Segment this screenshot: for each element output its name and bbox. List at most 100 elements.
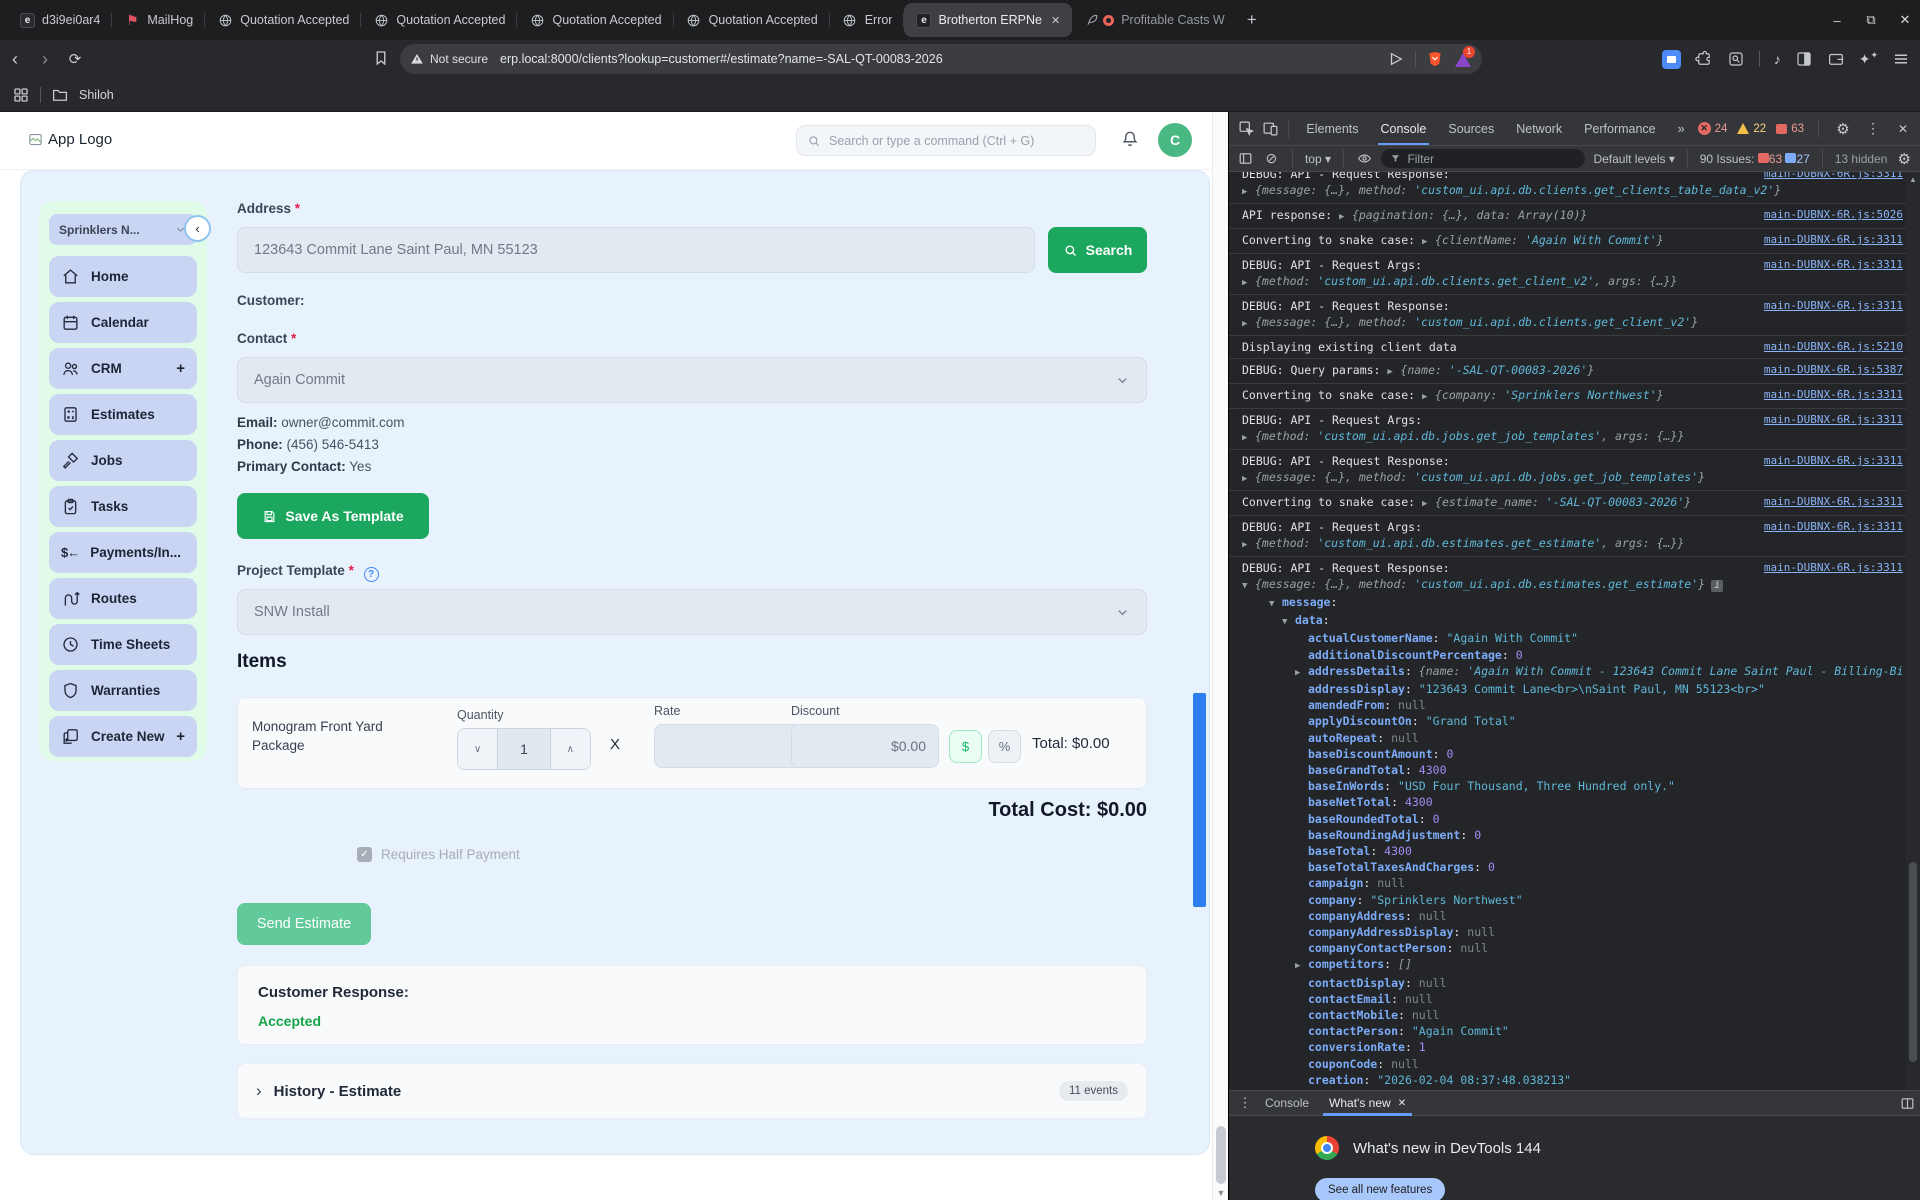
address-input[interactable]: 123643 Commit Lane Saint Paul, MN 55123 bbox=[237, 227, 1035, 273]
eye-icon[interactable] bbox=[1356, 149, 1374, 169]
restore-icon[interactable]: ⧉ bbox=[1864, 12, 1878, 28]
hidden-messages[interactable]: 13 hidden bbox=[1835, 152, 1888, 166]
sidebar-item-crm[interactable]: CRM + bbox=[49, 348, 197, 389]
console-source-link[interactable]: main-DUBNX-6R.js:3311 bbox=[1764, 412, 1903, 428]
devtools-tab-console[interactable]: Console bbox=[1372, 112, 1436, 145]
expand-plus-icon[interactable]: + bbox=[176, 360, 185, 377]
console-object-property[interactable]: contactEmail: null bbox=[1242, 991, 1903, 1007]
extensions-puzzle-icon[interactable] bbox=[1695, 50, 1713, 68]
sidebar-collapse-button[interactable]: ‹ bbox=[184, 215, 211, 242]
form-scrollbar-thumb[interactable] bbox=[1193, 693, 1206, 907]
leo-ai-sparkle-icon[interactable]: ✦✦ bbox=[1859, 50, 1878, 68]
bookmark-icon[interactable] bbox=[372, 49, 390, 67]
more-tabs-icon[interactable]: » bbox=[1669, 112, 1694, 145]
browser-tab[interactable]: Quotation Accepted bbox=[205, 3, 362, 37]
console-object-property[interactable]: baseTotalTaxesAndCharges: 0 bbox=[1242, 859, 1903, 875]
contact-select[interactable]: Again Commit bbox=[237, 357, 1147, 403]
sidebar-item-estimates[interactable]: Estimates bbox=[49, 394, 197, 435]
log-levels-selector[interactable]: Default levels ▾ bbox=[1593, 152, 1674, 166]
console-source-link[interactable]: main-DUBNX-6R.js:3311 bbox=[1764, 387, 1903, 405]
issues-count-icon[interactable] bbox=[1776, 123, 1788, 134]
console-object-property[interactable]: companyAddressDisplay: null bbox=[1242, 924, 1903, 940]
console-source-link[interactable]: main-DUBNX-6R.js:3311 bbox=[1764, 519, 1903, 535]
console-source-link[interactable]: main-DUBNX-6R.js:3311 bbox=[1764, 172, 1903, 182]
console-object-property[interactable]: companyContactPerson: null bbox=[1242, 940, 1903, 956]
drawer-tab-console[interactable]: Console bbox=[1255, 1091, 1319, 1116]
console-object-property[interactable]: contactMobile: null bbox=[1242, 1007, 1903, 1023]
issues-summary[interactable]: 90 Issues: 63 27 bbox=[1700, 152, 1810, 166]
console-sidebar-icon[interactable] bbox=[1237, 149, 1255, 169]
browser-tab[interactable]: Quotation Accepted bbox=[674, 3, 830, 37]
browser-tab[interactable]: e d3i9ei0ar4 bbox=[8, 3, 113, 37]
browser-tab[interactable]: Quotation Accepted bbox=[361, 3, 518, 37]
address-bar[interactable]: Not secure erp.local:8000/clients?lookup… bbox=[400, 44, 1482, 74]
console-source-link[interactable]: main-DUBNX-6R.js:3311 bbox=[1764, 494, 1903, 512]
console-source-link[interactable]: main-DUBNX-6R.js:3311 bbox=[1764, 232, 1903, 250]
new-tab-button[interactable]: + bbox=[1237, 10, 1267, 30]
close-tab-icon[interactable]: ✕ bbox=[1051, 14, 1060, 27]
devtools-tab-elements[interactable]: Elements bbox=[1297, 112, 1367, 145]
save-as-template-button[interactable]: Save As Template bbox=[237, 493, 429, 539]
console-object-property[interactable]: ▼ data: bbox=[1242, 612, 1903, 630]
brave-wallet-icon[interactable] bbox=[1827, 50, 1845, 68]
send-estimate-button[interactable]: Send Estimate bbox=[237, 903, 371, 945]
project-template-select[interactable]: SNW Install bbox=[237, 589, 1147, 635]
console-object-property[interactable]: addressDisplay: "123643 Commit Lane<br>\… bbox=[1242, 681, 1903, 697]
console-object-property[interactable]: baseTotal: 4300 bbox=[1242, 843, 1903, 859]
console-source-link[interactable]: main-DUBNX-6R.js:5387 bbox=[1764, 362, 1903, 380]
sidebar-item-payments-in[interactable]: $← Payments/In... bbox=[49, 532, 197, 573]
console-object-property[interactable]: applyDiscountOn: "Grand Total" bbox=[1242, 713, 1903, 729]
devtools-tab-performance[interactable]: Performance bbox=[1575, 112, 1665, 145]
device-toolbar-icon[interactable] bbox=[1261, 119, 1281, 139]
kebab-menu-icon[interactable]: ⋮ bbox=[1863, 119, 1883, 139]
sidebar-item-home[interactable]: Home bbox=[49, 256, 197, 297]
console-object-property[interactable]: baseDiscountAmount: 0 bbox=[1242, 746, 1903, 762]
console-scrollbar[interactable]: ▲ bbox=[1906, 172, 1920, 1090]
browser-tab[interactable]: e Brotherton ERPNe ✕ bbox=[904, 3, 1073, 37]
console-source-link[interactable]: main-DUBNX-6R.js:3311 bbox=[1764, 453, 1903, 469]
console-object-property[interactable]: baseNetTotal: 4300 bbox=[1242, 794, 1903, 810]
search-page-icon[interactable] bbox=[1727, 50, 1745, 68]
menu-hamburger-icon[interactable] bbox=[1892, 50, 1910, 68]
company-selector[interactable]: Sprinklers N... bbox=[49, 214, 197, 245]
console-settings-gear-icon[interactable]: ⚙ bbox=[1895, 149, 1913, 169]
devtools-tab-sources[interactable]: Sources bbox=[1439, 112, 1503, 145]
discount-input[interactable]: $0.00 bbox=[791, 724, 939, 768]
console-object-property[interactable]: ▼ message: bbox=[1242, 594, 1903, 612]
see-all-features-button[interactable]: See all new features bbox=[1315, 1178, 1446, 1200]
console-object-property[interactable]: companyAddress: null bbox=[1242, 908, 1903, 924]
console-object-property[interactable]: company: "Sprinklers Northwest" bbox=[1242, 892, 1903, 908]
bookmark-folder-shiloh[interactable]: Shiloh bbox=[79, 88, 114, 102]
discount-dollar-button[interactable]: $ bbox=[949, 730, 982, 763]
console-object-property[interactable]: baseInWords: "USD Four Thousand, Three H… bbox=[1242, 778, 1903, 794]
console-object-property[interactable]: additionalDiscountPercentage: 0 bbox=[1242, 647, 1903, 663]
sidebar-item-jobs[interactable]: Jobs bbox=[49, 440, 197, 481]
console-object-property[interactable]: couponCode: null bbox=[1242, 1056, 1903, 1072]
media-icon[interactable]: ♪ bbox=[1774, 51, 1781, 67]
browser-tab[interactable]: Error bbox=[830, 3, 905, 37]
scroll-down-arrow-icon[interactable]: ▼ bbox=[1213, 1188, 1228, 1198]
split-panel-icon[interactable] bbox=[1900, 1096, 1915, 1111]
brave-shield-icon[interactable] bbox=[1426, 49, 1444, 69]
sidebar-panel-icon[interactable] bbox=[1795, 50, 1813, 68]
close-window-icon[interactable]: ✕ bbox=[1898, 12, 1912, 28]
forward-icon[interactable]: › bbox=[30, 49, 60, 70]
reload-icon[interactable]: ⟳ bbox=[60, 50, 90, 68]
warning-count-icon[interactable] bbox=[1737, 123, 1750, 134]
console-object-property[interactable]: conversionRate: 1 bbox=[1242, 1039, 1903, 1055]
console-object-property[interactable]: autoRepeat: null bbox=[1242, 730, 1903, 746]
drawer-menu-icon[interactable]: ⋮ bbox=[1235, 1093, 1255, 1113]
command-search-input[interactable]: Search or type a command (Ctrl + G) bbox=[796, 125, 1096, 156]
error-count-icon[interactable]: ✕ bbox=[1697, 122, 1711, 135]
console-scrollbar-thumb[interactable] bbox=[1909, 862, 1917, 1062]
context-selector[interactable]: top ▾ bbox=[1305, 152, 1331, 166]
close-devtools-icon[interactable]: ✕ bbox=[1893, 119, 1913, 139]
quantity-increase-button[interactable]: ∧ bbox=[550, 729, 590, 769]
quantity-decrease-button[interactable]: ∨ bbox=[458, 729, 498, 769]
quantity-value[interactable]: 1 bbox=[497, 729, 551, 769]
history-estimate-section[interactable]: › History - Estimate 11 events bbox=[237, 1063, 1147, 1119]
console-object-property[interactable]: baseRoundedTotal: 0 bbox=[1242, 811, 1903, 827]
notifications-bell-icon[interactable] bbox=[1120, 129, 1140, 149]
extension-badge-icon[interactable]: 1 bbox=[1454, 46, 1475, 68]
scroll-up-arrow-icon[interactable]: ▲ bbox=[1906, 175, 1920, 184]
